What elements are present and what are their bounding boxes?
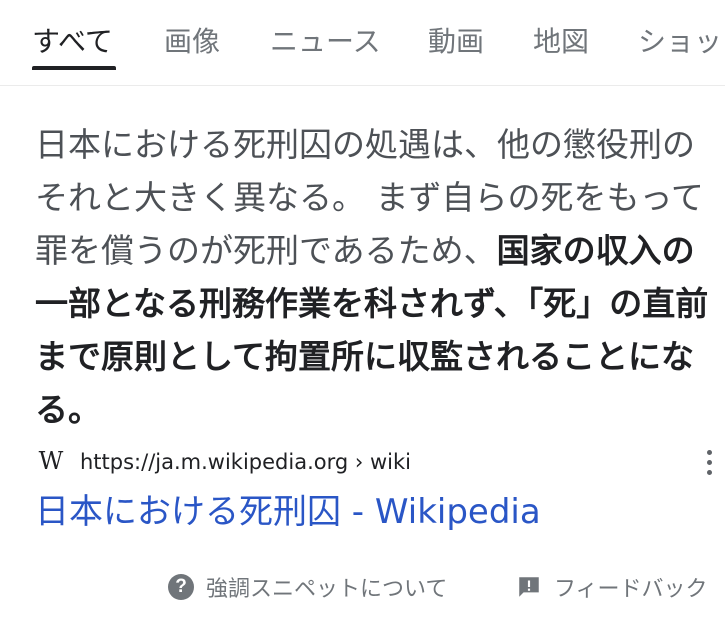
tab-all[interactable]: すべて <box>32 22 113 62</box>
tab-videos[interactable]: 動画 <box>428 22 484 62</box>
active-tab-indicator <box>32 66 116 70</box>
search-tabs: すべて 画像 ニュース 動画 地図 ショッ <box>0 0 725 86</box>
about-featured-snippets-button[interactable]: ? 強調スニペットについて <box>168 571 447 603</box>
featured-snippet-text: 日本における死刑囚の処遇は、他の懲役刑のそれと大きく異なる。 まず自らの死をもっ… <box>35 118 720 436</box>
result-source-row: W https://ja.m.wikipedia.org › wiki <box>35 444 715 480</box>
feedback-icon <box>519 577 539 597</box>
tab-maps[interactable]: 地図 <box>533 22 589 62</box>
feedback-button[interactable]: フィードバック <box>516 571 708 603</box>
more-vert-icon[interactable] <box>703 450 715 482</box>
wikipedia-logo-icon: W <box>38 447 64 475</box>
help-circle-icon: ? <box>168 574 194 600</box>
tab-news[interactable]: ニュース <box>270 22 381 62</box>
about-featured-snippets-label: 強調スニペットについて <box>206 577 448 602</box>
feedback-label: フィードバック <box>554 577 708 602</box>
result-url[interactable]: https://ja.m.wikipedia.org › wiki <box>80 448 411 476</box>
tab-images[interactable]: 画像 <box>164 22 220 62</box>
result-title-link[interactable]: 日本における死刑囚 - Wikipedia <box>35 486 541 538</box>
tab-shopping[interactable]: ショッ <box>638 22 722 62</box>
